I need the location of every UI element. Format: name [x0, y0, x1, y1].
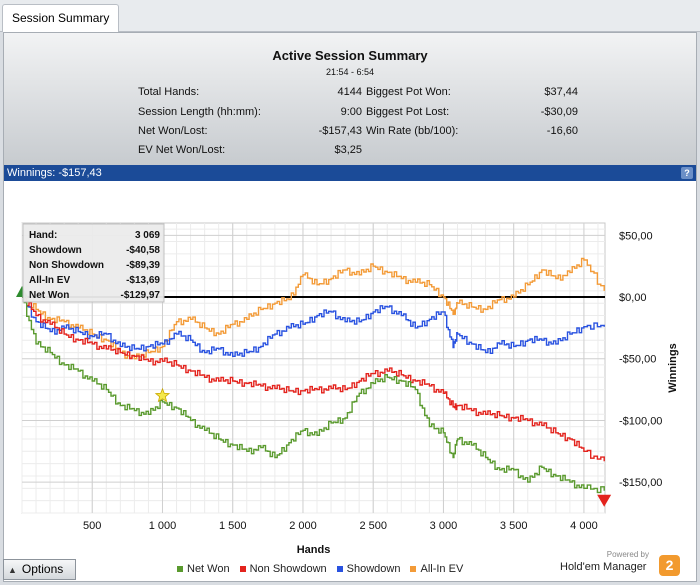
tooltip-value: -$40,58	[126, 245, 160, 256]
tooltip-label: All-In EV	[29, 275, 70, 286]
tooltip-value: -$13,69	[126, 275, 160, 286]
stat-label: Win Rate (bb/100):	[366, 125, 459, 137]
legend-item-net-won[interactable]: Net Won	[177, 561, 230, 577]
legend-item-non-showdown[interactable]: Non Showdown	[239, 561, 327, 577]
y-tick-label: $0,00	[619, 292, 647, 304]
tab-bar: Session Summary	[0, 0, 700, 32]
tooltip-value: -$89,39	[126, 260, 160, 271]
y-axis-label: Winnings	[667, 343, 679, 392]
x-tick-label: 4 000	[570, 520, 598, 532]
legend-item-showdown[interactable]: Showdown	[336, 561, 401, 577]
winnings-chart-area: 500 1 000 1 500 2 000 2 500 3 000 3 500 4 000 $5…	[4, 181, 696, 581]
options-button[interactable]: ▲ Options	[3, 559, 76, 580]
brand-name: Hold'em Manager	[560, 561, 647, 573]
stat-value: -$30,09	[540, 106, 578, 118]
x-tick-label: 3 000	[430, 520, 458, 532]
powered-by-label: Powered by	[606, 550, 649, 559]
help-icon[interactable]: ?	[681, 167, 693, 179]
options-label: Options	[21, 562, 64, 576]
summary-title: Active Session Summary	[272, 48, 428, 63]
tooltip-value: 3 069	[135, 230, 160, 241]
stat-value: 9:00	[340, 106, 362, 118]
holdem-manager-logo-icon: 2	[659, 555, 680, 576]
stat-label: Net Won/Lost:	[138, 125, 208, 137]
x-tick-label: 2 500	[359, 520, 387, 532]
legend-swatch	[239, 566, 246, 572]
summary-header: Active Session Summary 21:54 - 6:54 Tota…	[4, 33, 696, 165]
stat-label: Biggest Pot Won:	[366, 86, 451, 98]
winnings-bar: Winnings: -$157,43 ?	[4, 165, 696, 181]
chart-legend: Net Won Non Showdown Showdown All-In EV	[177, 561, 463, 577]
summary-time-range: 21:54 - 6:54	[325, 67, 375, 77]
legend-item-all-in-ev[interactable]: All-In EV	[410, 561, 463, 577]
stat-value: $37,44	[544, 86, 578, 98]
legend-label: Showdown	[346, 563, 401, 575]
legend-label: Net Won	[187, 563, 230, 575]
stat-label: Session Length (hh:mm):	[138, 106, 261, 118]
legend-swatch	[336, 566, 343, 572]
x-tick-label: 2 000	[289, 520, 317, 532]
x-tick-label: 1 500	[219, 520, 247, 532]
stat-label: Biggest Pot Lost:	[366, 106, 450, 118]
tooltip-label: Showdown	[29, 245, 82, 256]
winnings-chart[interactable]: 500 1 000 1 500 2 000 2 500 3 000 3 500 4 000 $5…	[4, 181, 696, 581]
legend-label: Non Showdown	[249, 563, 327, 575]
stat-value: $3,25	[334, 144, 362, 156]
legend-swatch	[410, 566, 417, 572]
stat-value: -16,60	[546, 125, 578, 137]
caret-up-icon: ▲	[8, 565, 17, 575]
tab-session-summary[interactable]: Session Summary	[2, 4, 120, 32]
tooltip-value: -$129,97	[121, 290, 161, 301]
winnings-label: Winnings: -$157,43	[7, 167, 102, 179]
legend-swatch	[177, 566, 183, 572]
stat-value: 4144	[337, 86, 362, 98]
tooltip-label: Hand:	[29, 230, 57, 241]
session-summary-panel: Active Session Summary 21:54 - 6:54 Tota…	[3, 32, 697, 582]
x-tick-label: 1 000	[149, 520, 177, 532]
y-tick-label: -$50,00	[619, 354, 656, 366]
tooltip-label: Net Won	[29, 290, 69, 301]
stat-value: -$157,43	[318, 125, 362, 137]
holdem-manager-brand: Powered by Hold'em Manager 2	[558, 549, 693, 583]
legend-label: All-In EV	[420, 563, 464, 575]
x-tick-label: 500	[83, 520, 101, 532]
stat-label: EV Net Won/Lost:	[138, 144, 226, 156]
tooltip-label: Non Showdown	[29, 260, 104, 271]
y-tick-label: -$100,00	[619, 415, 662, 427]
stat-label: Total Hands:	[138, 86, 200, 98]
y-tick-label: -$150,00	[619, 477, 662, 489]
y-tick-label: $50,00	[619, 230, 653, 242]
x-axis-label: Hands	[297, 544, 331, 556]
x-tick-label: 3 500	[500, 520, 528, 532]
